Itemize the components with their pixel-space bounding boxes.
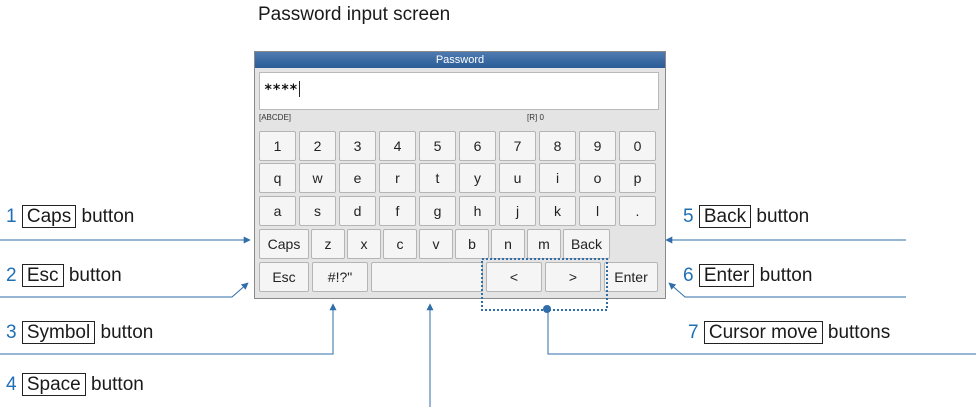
callout-leader-lines [0,236,976,407]
leader-line-enter [668,282,906,298]
leader-line-symbol [0,303,337,355]
cursor-move-highlight [481,258,608,311]
leader-dot [543,305,551,313]
leader-line-cursor-move [547,311,976,355]
leader-line-esc [0,282,249,298]
